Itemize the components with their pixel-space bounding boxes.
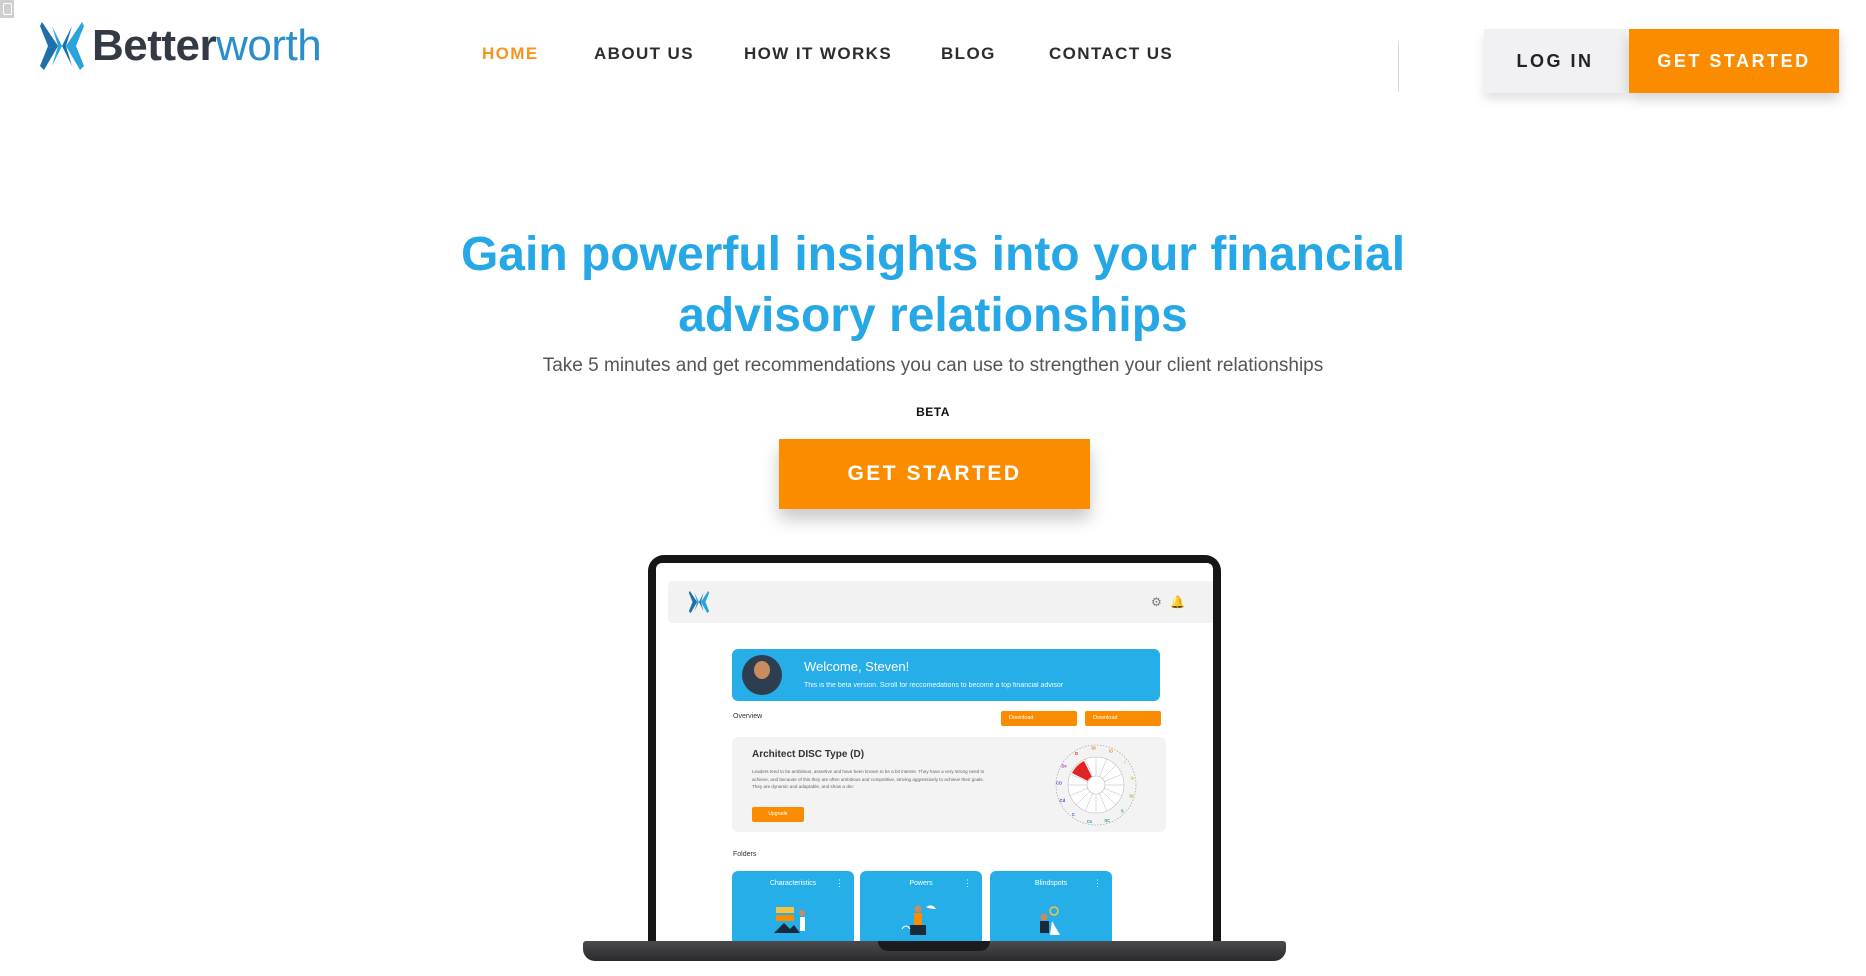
welcome-subtitle: This is the beta version. Scroll for rec… <box>804 682 1064 689</box>
login-button[interactable]: LOG IN <box>1484 29 1626 93</box>
avatar <box>742 655 782 695</box>
wheel-label: Cs <box>1087 819 1093 824</box>
disc-title: Architect DISC Type (D) <box>752 749 865 760</box>
wheel-label: S <box>1121 808 1124 813</box>
laptop-notch <box>878 941 990 951</box>
wheel-label: CD <box>1056 780 1062 785</box>
welcome-banner: Welcome, Steven! This is the beta versio… <box>732 649 1160 701</box>
app-logo-icon <box>688 590 710 614</box>
disc-wheel-chart: D DI ID I Is Si S SC Cs C Cd CD Dc <box>1055 744 1137 826</box>
wheel-label: Si <box>1129 793 1133 798</box>
app-topbar: ⚙ 🔔 <box>668 581 1213 623</box>
nav-blog[interactable]: BLOG <box>941 44 996 64</box>
more-icon: ⋮ <box>1093 878 1102 888</box>
folder-card-blindspots: Blindspots ⋮ <box>990 871 1112 943</box>
hero-title: Gain powerful insights into your financi… <box>383 224 1483 346</box>
brand-logo[interactable]: Betterworth <box>38 20 322 72</box>
wheel-label: ID <box>1109 749 1113 754</box>
disc-description: Leaders tend to be ambitious, assertive … <box>752 769 985 789</box>
illustration-icon <box>901 905 936 935</box>
hero-title-line2: advisory relationships <box>678 289 1188 342</box>
wheel-label: DI <box>1091 746 1095 751</box>
nav-divider <box>1398 42 1399 92</box>
bell-icon: 🔔 <box>1170 595 1185 609</box>
download-button-2: Download <box>1085 711 1161 726</box>
hero-subtitle: Take 5 minutes and get recommendations y… <box>542 355 1324 376</box>
upgrade-button: Upgrade <box>752 807 804 822</box>
wheel-label: D <box>1075 751 1078 756</box>
wheel-label: SC <box>1104 818 1110 823</box>
brand-name: Betterworth <box>92 21 322 70</box>
download-button-1: Download <box>1001 711 1077 726</box>
butterfly-logo-icon <box>40 22 84 70</box>
welcome-title: Welcome, Steven! <box>804 659 910 674</box>
illustration-icon <box>1040 906 1060 935</box>
corner-marker <box>0 0 14 18</box>
gear-icon: ⚙ <box>1151 595 1162 609</box>
brand-name-bold: Better <box>92 21 217 70</box>
illustration-icon <box>774 907 805 933</box>
brand-name-light: worth <box>216 21 322 70</box>
hero-get-started-button[interactable]: GET STARTED <box>779 439 1090 509</box>
laptop-mockup: ⚙ 🔔 Welcome, Steven! This is the beta ve… <box>648 555 1221 943</box>
wheel-label: C <box>1072 812 1075 817</box>
more-icon: ⋮ <box>963 878 972 888</box>
nav-home[interactable]: HOME <box>482 44 539 64</box>
folder-card-characteristics: Characteristics ⋮ <box>732 871 854 943</box>
laptop-screen: ⚙ 🔔 Welcome, Steven! This is the beta ve… <box>656 563 1213 943</box>
nav-how-it-works[interactable]: HOW IT WORKS <box>744 44 892 64</box>
nav-contact-us[interactable]: CONTACT US <box>1049 44 1173 64</box>
overview-label: Overview <box>733 713 763 720</box>
folders-label: Folders <box>733 851 757 858</box>
hero-title-line1: Gain powerful insights into your financi… <box>460 228 1406 281</box>
wheel-label: Is <box>1131 776 1135 781</box>
wheel-label: Cd <box>1060 798 1066 803</box>
more-icon: ⋮ <box>835 878 844 888</box>
wheel-label: I <box>1124 759 1125 764</box>
nav-about-us[interactable]: ABOUT US <box>594 44 694 64</box>
disc-type-card: Architect DISC Type (D) Leaders tend to … <box>732 737 1166 832</box>
wheel-label: Dc <box>1062 764 1068 769</box>
beta-badge: BETA <box>916 405 950 419</box>
header-get-started-button[interactable]: GET STARTED <box>1629 29 1839 93</box>
folder-card-powers: Powers ⋮ <box>860 871 982 943</box>
